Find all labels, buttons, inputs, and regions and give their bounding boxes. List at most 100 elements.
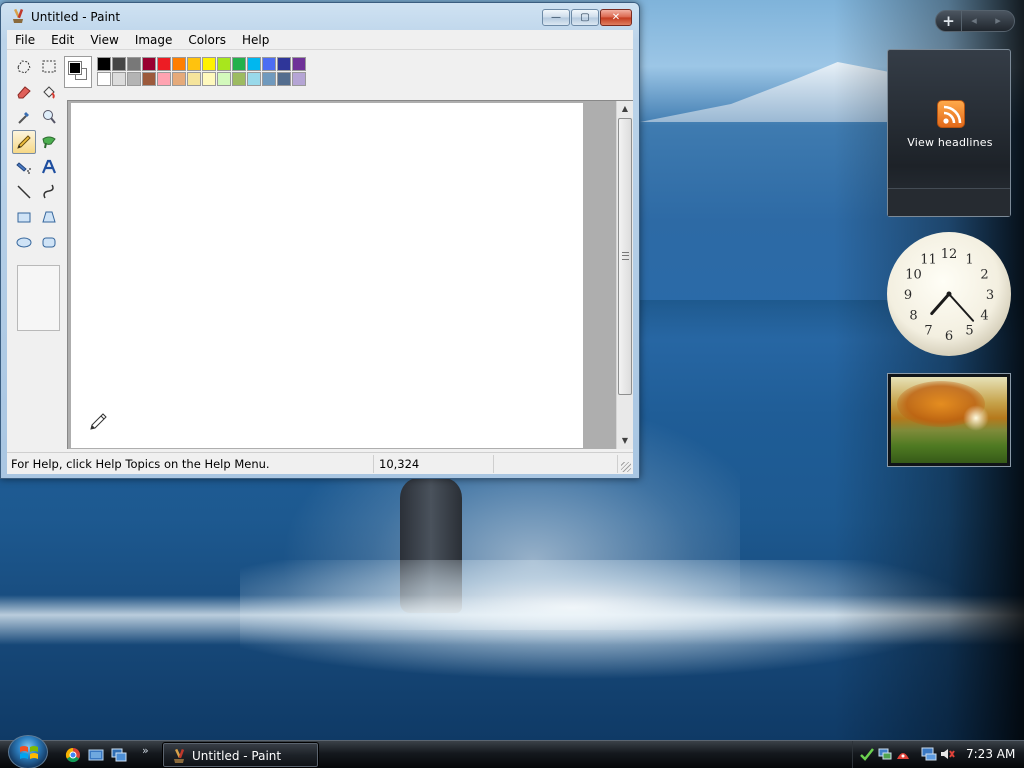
current-colors xyxy=(64,56,92,88)
free-form-select-icon xyxy=(17,60,31,74)
palette-swatch[interactable] xyxy=(277,57,291,71)
select-tool[interactable] xyxy=(37,55,61,79)
palette-swatch[interactable] xyxy=(97,72,111,86)
line-tool[interactable] xyxy=(12,180,36,204)
ellipse-tool[interactable] xyxy=(12,230,36,254)
palette-swatch[interactable] xyxy=(202,57,216,71)
tray-security-icon[interactable] xyxy=(859,746,875,762)
taskbar-button-label: Untitled - Paint xyxy=(192,749,282,763)
magnifier-icon xyxy=(43,110,56,124)
pick-color-tool[interactable] xyxy=(12,105,36,129)
palette-swatch[interactable] xyxy=(262,57,276,71)
quick-launch-chrome[interactable] xyxy=(64,746,82,764)
palette-swatch[interactable] xyxy=(202,72,216,86)
palette-swatch[interactable] xyxy=(127,57,141,71)
add-gadget-button[interactable]: + xyxy=(936,11,962,31)
fill-tool[interactable] xyxy=(37,80,61,104)
palette-swatch[interactable] xyxy=(292,57,306,71)
palette-swatch[interactable] xyxy=(187,72,201,86)
palette-swatch[interactable] xyxy=(112,72,126,86)
scroll-up-arrow-icon[interactable]: ▲ xyxy=(617,101,633,117)
maximize-button[interactable]: ▢ xyxy=(571,9,599,26)
start-button[interactable] xyxy=(8,735,48,768)
palette-swatch[interactable] xyxy=(247,72,261,86)
tray-clock[interactable]: 7:23 AM xyxy=(966,747,1015,761)
palette-swatch[interactable] xyxy=(112,57,126,71)
feed-gadget-footer xyxy=(888,188,1010,216)
palette-swatch[interactable] xyxy=(172,57,186,71)
resize-grip-icon[interactable] xyxy=(621,462,631,472)
palette-swatch[interactable] xyxy=(232,57,246,71)
pencil-cursor-icon xyxy=(90,413,107,430)
quick-launch-switch-windows[interactable] xyxy=(110,746,128,764)
clock-gadget[interactable]: 12 1 2 3 4 5 6 7 8 9 10 11 xyxy=(887,232,1011,356)
tray-display-icon[interactable] xyxy=(921,746,937,762)
menu-image[interactable]: Image xyxy=(127,30,181,49)
curve-tool[interactable] xyxy=(37,180,61,204)
palette-swatch[interactable] xyxy=(262,72,276,86)
slideshow-image xyxy=(891,377,1007,463)
tray-network-icon[interactable] xyxy=(877,746,893,762)
menu-file[interactable]: File xyxy=(7,30,43,49)
title-bar[interactable]: Untitled - Paint — ▢ ✕ xyxy=(1,3,639,29)
chrome-icon xyxy=(65,747,80,763)
clock-number: 8 xyxy=(909,309,917,324)
drawing-canvas[interactable] xyxy=(71,103,583,448)
view-headlines-link[interactable]: View headlines xyxy=(888,136,1012,149)
polygon-tool[interactable] xyxy=(37,205,61,229)
rectangle-icon xyxy=(17,212,31,223)
quick-launch-show-desktop[interactable] xyxy=(87,746,105,764)
palette-swatch[interactable] xyxy=(142,57,156,71)
clock-face: 12 12 3 45678 9 1011 xyxy=(904,247,994,344)
scrollbar-thumb[interactable] xyxy=(618,118,632,395)
palette-swatch[interactable] xyxy=(157,57,171,71)
minimize-button[interactable]: — xyxy=(542,9,570,26)
foreground-color[interactable] xyxy=(68,61,82,75)
menu-help[interactable]: Help xyxy=(234,30,277,49)
pencil-tool[interactable] xyxy=(12,130,36,154)
line-icon xyxy=(17,185,31,199)
palette-swatch[interactable] xyxy=(157,72,171,86)
palette-swatch[interactable] xyxy=(142,72,156,86)
rounded-rectangle-tool[interactable] xyxy=(37,230,61,254)
quick-launch-more-button[interactable]: » xyxy=(142,744,149,757)
palette-swatch[interactable] xyxy=(247,57,261,71)
paint-app-icon[interactable] xyxy=(10,8,26,24)
palette-swatch[interactable] xyxy=(127,72,141,86)
palette-swatch[interactable] xyxy=(97,57,111,71)
slideshow-gadget[interactable] xyxy=(887,373,1011,467)
tray-alert-icon[interactable] xyxy=(895,746,911,762)
previous-gadget-button[interactable]: ◂ xyxy=(962,11,986,31)
airbrush-icon xyxy=(16,162,31,174)
palette-swatch[interactable] xyxy=(217,72,231,86)
tool-options-box[interactable] xyxy=(17,265,60,331)
status-coordinates: 10,324 xyxy=(379,457,420,471)
close-button[interactable]: ✕ xyxy=(600,9,632,26)
taskbar-button-paint[interactable]: Untitled - Paint xyxy=(162,742,319,768)
pick-color-icon xyxy=(18,112,29,124)
scroll-down-arrow-icon[interactable]: ▼ xyxy=(617,433,633,449)
airbrush-tool[interactable] xyxy=(12,155,36,179)
status-separator xyxy=(373,455,374,473)
rectangle-tool[interactable] xyxy=(12,205,36,229)
menu-view[interactable]: View xyxy=(82,30,126,49)
brush-tool[interactable] xyxy=(37,130,61,154)
clock-number: 11 xyxy=(920,252,937,267)
menu-colors[interactable]: Colors xyxy=(180,30,234,49)
ellipse-icon xyxy=(16,237,32,248)
vertical-scrollbar[interactable]: ▲ ▼ xyxy=(616,101,633,449)
palette-swatch[interactable] xyxy=(172,72,186,86)
palette-swatch[interactable] xyxy=(277,72,291,86)
palette-swatch[interactable] xyxy=(217,57,231,71)
palette-swatch[interactable] xyxy=(232,72,246,86)
palette-swatch[interactable] xyxy=(292,72,306,86)
menu-edit[interactable]: Edit xyxy=(43,30,82,49)
text-tool[interactable] xyxy=(37,155,61,179)
palette-swatch[interactable] xyxy=(187,57,201,71)
next-gadget-button[interactable]: ▸ xyxy=(986,11,1010,31)
magnifier-tool[interactable] xyxy=(37,105,61,129)
free-form-select-tool[interactable] xyxy=(12,55,36,79)
eraser-tool[interactable] xyxy=(12,80,36,104)
feed-headlines-gadget[interactable]: View headlines xyxy=(887,49,1011,217)
tray-volume-muted-icon[interactable] xyxy=(939,746,955,762)
